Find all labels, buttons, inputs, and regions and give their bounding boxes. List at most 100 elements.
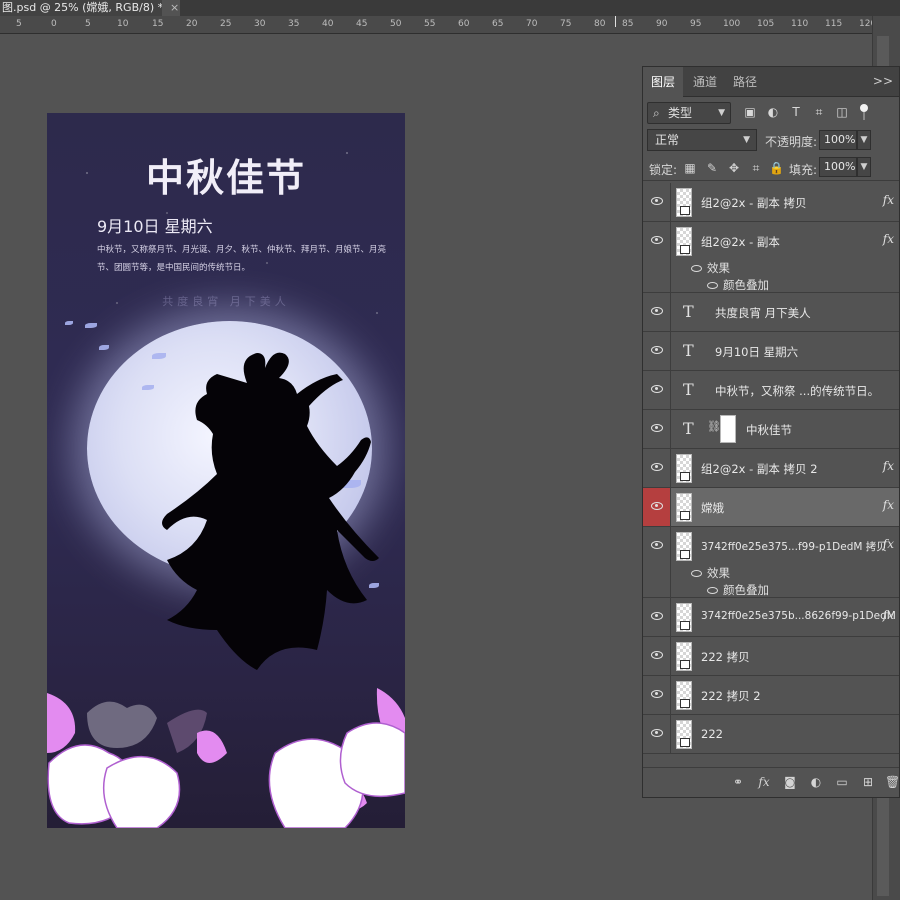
eye-icon: [651, 463, 663, 471]
layer-row[interactable]: 222 拷贝 2: [643, 676, 899, 715]
eye-icon[interactable]: [707, 282, 718, 289]
fx-icon[interactable]: fx: [883, 193, 894, 207]
effect-label: 颜色叠加: [723, 278, 769, 292]
document-tab[interactable]: 图.psd @ 25% (嫦娥, RGB/8) *: [0, 0, 162, 16]
blend-mode-select[interactable]: 正常 ▼: [647, 129, 757, 151]
fx-icon[interactable]: fx: [757, 775, 771, 789]
fx-icon[interactable]: fx: [883, 498, 894, 512]
chain-link-icon[interactable]: ⛓: [707, 420, 721, 433]
ruler-label: 25: [220, 19, 232, 29]
effects-row[interactable]: 效果: [691, 260, 730, 276]
visibility-toggle[interactable]: [643, 222, 671, 292]
visibility-toggle[interactable]: [643, 332, 671, 370]
mask-icon[interactable]: ◙: [783, 775, 797, 789]
effects-row[interactable]: 效果: [691, 565, 730, 581]
layer-row[interactable]: 222 拷贝: [643, 637, 899, 676]
fx-icon[interactable]: fx: [883, 459, 894, 473]
layer-thumbnail: [676, 681, 692, 710]
visibility-toggle[interactable]: [643, 371, 671, 409]
ruler-label: 115: [825, 19, 843, 29]
trash-icon[interactable]: 🗑: [885, 775, 900, 789]
folder-icon[interactable]: ▭: [835, 775, 849, 789]
smart-object-filter-icon[interactable]: ◫: [835, 105, 849, 119]
poster-date: 9月10日 星期六: [97, 217, 213, 236]
visibility-toggle[interactable]: [643, 293, 671, 331]
visibility-toggle[interactable]: [643, 449, 671, 487]
opacity-dropdown[interactable]: ▼: [857, 130, 871, 150]
close-tab-icon[interactable]: ×: [170, 0, 179, 16]
layer-row[interactable]: T ⛓ 中秋佳节: [643, 410, 899, 449]
layer-row[interactable]: 组2@2x - 副本 拷贝 fx: [643, 183, 899, 222]
visibility-toggle[interactable]: [643, 676, 671, 714]
eye-icon: [651, 197, 663, 205]
visibility-toggle[interactable]: [643, 488, 671, 526]
layer-list: 组2@2x - 副本 拷贝 fx 组2@2x - 副本 fx 效果 颜色叠加 T…: [643, 183, 899, 767]
layer-name: 222 拷贝: [701, 650, 750, 664]
layer-row-selected[interactable]: 嫦娥 fx: [643, 488, 899, 527]
fx-icon[interactable]: fx: [883, 232, 894, 246]
type-filter-icon[interactable]: T: [789, 105, 803, 119]
filter-kind-select[interactable]: ⌕ 类型 ▼: [647, 102, 731, 124]
search-icon: ⌕: [653, 106, 660, 120]
layer-name: 3742ff0e25e375...f99-p1DedM 拷贝: [701, 541, 887, 553]
layer-row[interactable]: T 中秋节，又称祭 ...的传统节日。: [643, 371, 899, 410]
layer-row[interactable]: T 9月10日 星期六: [643, 332, 899, 371]
pixel-filter-icon[interactable]: ▣: [743, 105, 757, 119]
effect-row[interactable]: 颜色叠加: [707, 277, 769, 293]
visibility-toggle[interactable]: [643, 527, 671, 597]
peony-flowers: [47, 688, 405, 828]
layers-panel: 图层 通道 路径 >> ⌕ 类型 ▼ ▣ ◐ T ⌗ ◫ 正常 ▼ 不透明度: …: [642, 66, 900, 798]
layer-row[interactable]: 222: [643, 715, 899, 754]
eye-icon[interactable]: [691, 570, 702, 577]
layer-mask-thumbnail[interactable]: [720, 415, 736, 443]
shape-filter-icon[interactable]: ⌗: [812, 105, 826, 119]
toggle-knob: [860, 104, 868, 112]
layer-row[interactable]: T 共度良宵 月下美人: [643, 293, 899, 332]
layer-row[interactable]: 组2@2x - 副本 拷贝 2 fx: [643, 449, 899, 488]
layer-name: 嫦娥: [701, 501, 724, 515]
link-icon[interactable]: ⚭: [731, 775, 745, 789]
opacity-field[interactable]: 100%: [819, 130, 857, 150]
tab-paths[interactable]: 路径: [725, 67, 765, 97]
fill-label: 填充:: [789, 163, 818, 177]
eye-icon[interactable]: [691, 265, 702, 272]
visibility-toggle[interactable]: [643, 598, 671, 636]
ruler-label: 65: [492, 19, 504, 29]
layer-row[interactable]: 3742ff0e25e375b...8626f99-p1DedM fx: [643, 598, 899, 637]
lock-artboard-icon[interactable]: ⌗: [749, 161, 763, 175]
ruler-label: 5: [85, 19, 91, 29]
lock-position-icon[interactable]: ✥: [727, 161, 741, 175]
layer-thumbnail: [676, 188, 692, 217]
ruler-label: 60: [458, 19, 470, 29]
new-layer-icon[interactable]: ⊞: [861, 775, 875, 789]
visibility-toggle[interactable]: [643, 183, 671, 221]
panel-menu-icon[interactable]: >>: [873, 74, 893, 88]
eye-icon[interactable]: [707, 587, 718, 594]
visibility-toggle[interactable]: [643, 410, 671, 448]
smart-object-badge-icon: [680, 621, 690, 630]
eye-icon: [651, 541, 663, 549]
fx-icon[interactable]: fx: [883, 537, 894, 551]
tab-channels[interactable]: 通道: [685, 67, 725, 97]
layer-thumbnail: [676, 532, 692, 561]
fill-dropdown[interactable]: ▼: [857, 157, 871, 177]
lock-all-icon[interactable]: 🔒: [769, 161, 784, 175]
layer-row[interactable]: 组2@2x - 副本 fx 效果 颜色叠加: [643, 222, 899, 293]
canvas-poster[interactable]: 中秋佳节 9月10日 星期六 中秋节，又称祭月节、月光诞、月夕、秋节、仲秋节、拜…: [47, 113, 405, 828]
adjustment-icon[interactable]: ◐: [809, 775, 823, 789]
layer-row[interactable]: 3742ff0e25e375...f99-p1DedM 拷贝 fx 效果 颜色叠…: [643, 527, 899, 598]
lock-image-brush-icon[interactable]: ✎: [705, 161, 719, 175]
effect-row[interactable]: 颜色叠加: [707, 582, 769, 598]
adjustment-filter-icon[interactable]: ◐: [766, 105, 780, 119]
visibility-toggle[interactable]: [643, 715, 671, 753]
layer-name: 中秋节，又称祭 ...的传统节日。: [715, 384, 880, 398]
visibility-toggle[interactable]: [643, 637, 671, 675]
ruler-label: 35: [288, 19, 300, 29]
eye-icon: [651, 651, 663, 659]
lock-transparent-icon[interactable]: ▦: [683, 161, 697, 175]
poster-slogan: 共度良宵 月下美人: [162, 295, 290, 308]
fill-field[interactable]: 100%: [819, 157, 857, 177]
fx-icon[interactable]: fx: [883, 608, 894, 622]
tab-layers[interactable]: 图层: [643, 67, 684, 97]
filter-toggle[interactable]: [859, 103, 869, 121]
